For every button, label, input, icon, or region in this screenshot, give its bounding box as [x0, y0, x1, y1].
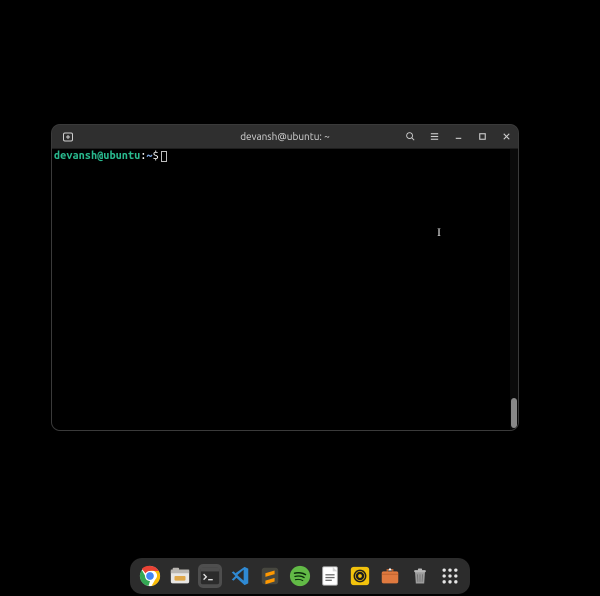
- dock-item-vscode[interactable]: [228, 564, 252, 588]
- window-titlebar: devansh@ubuntu: ~: [52, 125, 518, 149]
- terminal-body[interactable]: devansh@ubuntu:~$ I: [52, 149, 518, 430]
- terminal-cursor: [161, 151, 167, 162]
- prompt-user-host: devansh@ubuntu: [54, 150, 140, 163]
- rhythmbox-icon: [349, 565, 371, 587]
- dock-item-terminal[interactable]: [198, 564, 222, 588]
- libreoffice-icon: [319, 565, 341, 587]
- dock-item-files[interactable]: [168, 564, 192, 588]
- dock-item-apps[interactable]: [438, 564, 462, 588]
- close-button[interactable]: [494, 125, 518, 149]
- minimize-icon: [453, 131, 464, 142]
- vscode-icon: [229, 565, 251, 587]
- search-button[interactable]: [398, 125, 422, 149]
- search-icon: [405, 131, 416, 142]
- close-icon: [501, 131, 512, 142]
- scrollbar-thumb[interactable]: [511, 398, 517, 428]
- new-tab-button[interactable]: [56, 125, 80, 149]
- titlebar-right-group: [398, 125, 518, 148]
- software-icon: [379, 565, 401, 587]
- dock-item-spotify[interactable]: [288, 564, 312, 588]
- prompt-line: devansh@ubuntu:~$: [54, 150, 516, 163]
- files-icon: [169, 565, 191, 587]
- titlebar-left-group: [52, 125, 80, 149]
- terminal-icon: [199, 565, 221, 587]
- menu-button[interactable]: [422, 125, 446, 149]
- dock-item-trash[interactable]: [408, 564, 432, 588]
- dock-item-chrome[interactable]: [138, 564, 162, 588]
- minimize-button[interactable]: [446, 125, 470, 149]
- maximize-button[interactable]: [470, 125, 494, 149]
- chrome-icon: [139, 565, 161, 587]
- dock-item-libreoffice[interactable]: [318, 564, 342, 588]
- dock-item-rhythmbox[interactable]: [348, 564, 372, 588]
- maximize-icon: [477, 131, 488, 142]
- prompt-symbol: $: [153, 150, 159, 163]
- dock: [130, 558, 470, 594]
- dock-item-software[interactable]: [378, 564, 402, 588]
- terminal-window: devansh@ubuntu: ~: [52, 125, 518, 430]
- new-tab-icon: [62, 131, 74, 143]
- trash-icon: [410, 565, 430, 587]
- apps-grid-icon: [440, 566, 460, 586]
- dock-item-sublime[interactable]: [258, 564, 282, 588]
- spotify-icon: [289, 565, 311, 587]
- sublime-icon: [259, 565, 281, 587]
- text-ibeam-cursor: I: [437, 226, 438, 238]
- hamburger-icon: [429, 131, 440, 142]
- terminal-scrollbar[interactable]: [510, 149, 518, 430]
